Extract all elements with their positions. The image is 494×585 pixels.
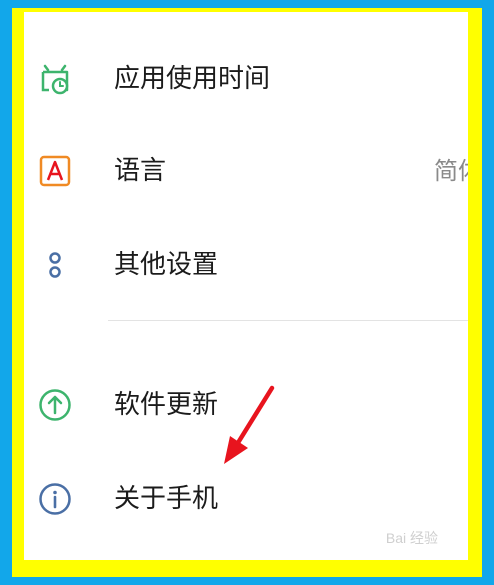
watermark-text: Bai 经验 xyxy=(385,530,438,546)
section-divider xyxy=(108,320,468,321)
settings-item-label: 关于手机 xyxy=(114,484,219,514)
software-update-icon xyxy=(39,389,71,421)
settings-item-about-phone[interactable]: 关于手机 xyxy=(24,468,468,528)
settings-screen: 应用使用时间 语言 简体 其他设置 软件更新 关于手机 xyxy=(24,12,468,560)
settings-item-label: 语言 xyxy=(114,156,167,186)
settings-item-label: 其他设置 xyxy=(114,250,219,280)
settings-item-software-update[interactable]: 软件更新 xyxy=(24,374,468,434)
language-icon xyxy=(39,155,71,187)
settings-item-label: 软件更新 xyxy=(114,390,219,420)
app-usage-time-icon xyxy=(41,64,69,95)
other-settings-icon xyxy=(49,252,61,278)
language-value: 简体 xyxy=(434,157,468,185)
settings-item-label: 应用使用时间 xyxy=(114,64,271,94)
about-phone-icon xyxy=(39,483,71,515)
settings-item-other-settings[interactable]: 其他设置 xyxy=(24,234,468,294)
settings-item-app-usage-time[interactable]: 应用使用时间 xyxy=(24,48,468,108)
settings-item-language[interactable]: 语言 简体 xyxy=(24,140,468,200)
